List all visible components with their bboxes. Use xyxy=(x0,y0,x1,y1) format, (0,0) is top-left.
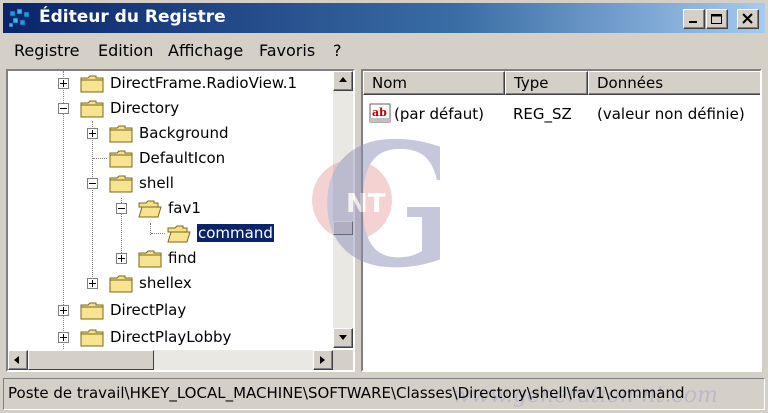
folder-icon xyxy=(109,175,133,193)
tree-horizontal-scroll-thumb[interactable] xyxy=(28,350,154,370)
tree-item-label: Directory xyxy=(110,99,180,117)
scrollbar-corner xyxy=(333,350,353,370)
expand-plus-icon[interactable] xyxy=(58,78,69,89)
string-value-icon: ab xyxy=(369,103,391,123)
tree-vertical-scroll-thumb[interactable] xyxy=(333,221,353,235)
arrow-down-icon xyxy=(339,335,347,340)
scroll-right-button[interactable] xyxy=(313,350,333,370)
minimize-button[interactable] xyxy=(683,9,705,29)
open-folder-icon xyxy=(138,200,162,218)
menu-edition[interactable]: Edition xyxy=(98,41,153,60)
folder-icon xyxy=(109,275,133,293)
tree-item-label: fav1 xyxy=(168,199,201,217)
tree-item-fav1[interactable]: fav1 xyxy=(8,196,338,221)
folder-icon xyxy=(80,75,104,93)
arrow-left-icon xyxy=(14,356,19,364)
scroll-left-button[interactable] xyxy=(8,350,28,370)
svg-text:ab: ab xyxy=(372,106,387,119)
title-bar[interactable]: Éditeur du Registre xyxy=(3,3,765,33)
tree-item-directory[interactable]: Directory xyxy=(8,96,338,121)
tree-item-label: DirectPlay xyxy=(110,301,187,319)
minimize-icon xyxy=(689,21,697,23)
column-header-data[interactable]: Données xyxy=(588,71,760,95)
tree-item-find[interactable]: find xyxy=(8,246,338,271)
tree-item-label-selected: command xyxy=(196,223,275,243)
expand-plus-icon[interactable] xyxy=(87,128,98,139)
menu-bar: Registre Edition Affichage Favoris ? xyxy=(3,36,765,66)
maximize-button[interactable] xyxy=(706,9,728,29)
value-name-cell: (par défaut) xyxy=(394,105,484,123)
registry-editor-icon xyxy=(9,8,30,28)
arrow-up-icon xyxy=(339,77,347,82)
collapse-minus-icon[interactable] xyxy=(58,103,69,114)
folder-icon xyxy=(109,150,133,168)
value-type-cell: REG_SZ xyxy=(513,105,572,123)
value-data-cell: (valeur non définie) xyxy=(597,105,745,123)
window-title: Éditeur du Registre xyxy=(39,7,226,27)
tree-item-label: shellex xyxy=(139,274,192,292)
tree-item-label: shell xyxy=(139,174,174,192)
expand-plus-icon[interactable] xyxy=(58,305,69,316)
menu-affichage[interactable]: Affichage xyxy=(168,41,243,60)
registry-editor-window: Éditeur du Registre Registre Edition Aff… xyxy=(0,0,768,413)
menu-favoris[interactable]: Favoris xyxy=(259,41,315,60)
tree-item-directframe-radioview[interactable]: DirectFrame.RadioView.1 xyxy=(8,71,338,96)
close-icon xyxy=(742,13,753,24)
tree-item-label: DefaultIcon xyxy=(139,149,226,167)
folder-icon xyxy=(80,302,104,320)
maximize-icon xyxy=(711,14,722,24)
column-header-name[interactable]: Nom xyxy=(363,71,505,95)
scroll-down-button[interactable] xyxy=(333,328,353,348)
tree-vertical-scrollbar[interactable] xyxy=(333,71,353,348)
tree-item-shell[interactable]: shell xyxy=(8,171,338,196)
tree-item-label: Background xyxy=(139,124,229,142)
status-path: Poste de travail\HKEY_LOCAL_MACHINE\SOFT… xyxy=(8,384,685,402)
scroll-up-button[interactable] xyxy=(333,71,353,91)
tree-item-label: DirectFrame.RadioView.1 xyxy=(110,74,298,92)
values-list-pane[interactable]: Nom Type Données ab (par défaut) REG_SZ … xyxy=(361,69,762,372)
menu-help[interactable]: ? xyxy=(333,41,342,60)
folder-icon xyxy=(138,250,162,268)
tree-item-background[interactable]: Background xyxy=(8,121,338,146)
tree-item-directplaylobby[interactable]: DirectPlayLobby xyxy=(8,325,338,350)
tree-item-label: DirectPlayLobby xyxy=(110,328,232,346)
folder-icon xyxy=(80,329,104,347)
arrow-right-icon xyxy=(320,356,325,364)
expand-plus-icon[interactable] xyxy=(58,332,69,343)
column-header-type[interactable]: Type xyxy=(505,71,588,95)
folder-icon xyxy=(80,100,104,118)
tree-item-command[interactable]: command xyxy=(8,221,338,246)
expand-plus-icon[interactable] xyxy=(87,278,98,289)
folder-icon xyxy=(109,125,133,143)
collapse-minus-icon[interactable] xyxy=(87,178,98,189)
open-folder-icon xyxy=(167,225,191,243)
status-bar: Poste de travail\HKEY_LOCAL_MACHINE\SOFT… xyxy=(3,378,765,410)
expand-plus-icon[interactable] xyxy=(116,253,127,264)
tree-item-label: find xyxy=(168,249,197,267)
collapse-minus-icon[interactable] xyxy=(116,203,127,214)
tree-item-defaulticon[interactable]: DefaultIcon xyxy=(8,146,338,171)
close-button[interactable] xyxy=(737,9,759,29)
tree-item-shellex[interactable]: shellex xyxy=(8,271,338,296)
menu-registre[interactable]: Registre xyxy=(14,41,80,60)
tree-item-directplay[interactable]: DirectPlay xyxy=(8,298,338,323)
key-tree-pane[interactable]: DirectFrame.RadioView.1 Directory Backgr… xyxy=(6,69,355,372)
